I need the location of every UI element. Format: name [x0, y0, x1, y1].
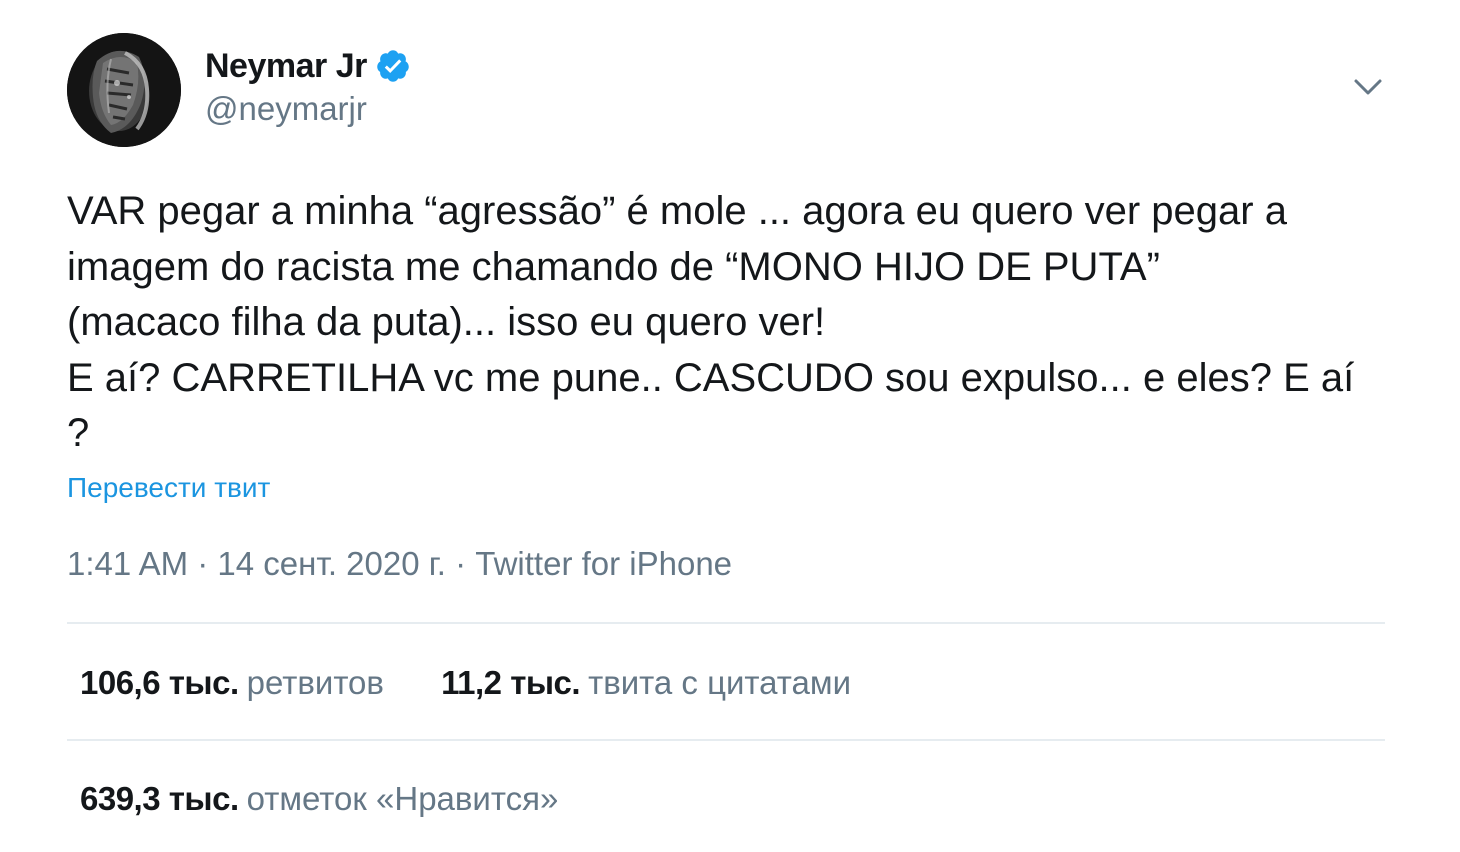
- likes-count: 639,3 тыс.: [80, 780, 239, 817]
- divider: [67, 622, 1385, 624]
- divider: [67, 739, 1385, 741]
- meta-separator: ·: [445, 545, 476, 582]
- quotes-label: твита с цитатами: [588, 664, 852, 701]
- verified-badge-icon: [375, 48, 411, 84]
- tweet-text-line: ?: [67, 411, 90, 455]
- translate-tweet-link[interactable]: Перевести твит: [67, 472, 270, 504]
- tweet-text-line: VAR pegar a minha “agressão” é mole ... …: [67, 189, 1287, 233]
- meta-separator: ·: [188, 545, 218, 582]
- quotes-stat[interactable]: 11,2 тыс. твита с цитатами: [441, 664, 851, 702]
- display-name[interactable]: Neymar Jr: [205, 47, 367, 86]
- likes-label: отметок «Нравится»: [246, 780, 559, 817]
- likes-stat[interactable]: 639,3 тыс. отметок «Нравится»: [80, 780, 558, 818]
- tweet-text: VAR pegar a minha “agressão” é mole ... …: [67, 184, 1397, 462]
- quotes-count: 11,2 тыс.: [441, 664, 581, 701]
- tweet-text-line: imagem do racista me chamando de “MONO H…: [67, 244, 1160, 289]
- chevron-down-icon[interactable]: [1351, 72, 1385, 102]
- retweets-label: ретвитов: [246, 664, 384, 701]
- likes-row: 639,3 тыс. отметок «Нравится»: [80, 780, 558, 818]
- tweet-metadata: 1:41 AM · 14 сент. 2020 г. · Twitter for…: [67, 545, 732, 583]
- retweets-stat[interactable]: 106,6 тыс. ретвитов: [80, 664, 384, 702]
- tweet-card: Neymar Jr @neymarjr VAR pegar a minha “a…: [0, 0, 1460, 852]
- engagement-stats: 106,6 тыс. ретвитов 11,2 тыс. твита с цита…: [80, 664, 851, 702]
- author-name-row[interactable]: Neymar Jr: [205, 44, 411, 88]
- tweet-time[interactable]: 1:41 AM: [67, 545, 188, 582]
- tweet-date[interactable]: 14 сент. 2020 г.: [217, 545, 446, 582]
- tweet-text-line: (macaco filha da puta)... isso eu quero …: [67, 300, 826, 344]
- tweet-source[interactable]: Twitter for iPhone: [475, 545, 732, 582]
- avatar[interactable]: [67, 33, 181, 147]
- tweet-text-line: E aí? CARRETILHA vc me pune.. CASCUDO so…: [67, 355, 1355, 400]
- avatar-image: [67, 33, 181, 147]
- author-handle[interactable]: @neymarjr: [205, 90, 367, 128]
- retweets-count: 106,6 тыс.: [80, 664, 239, 701]
